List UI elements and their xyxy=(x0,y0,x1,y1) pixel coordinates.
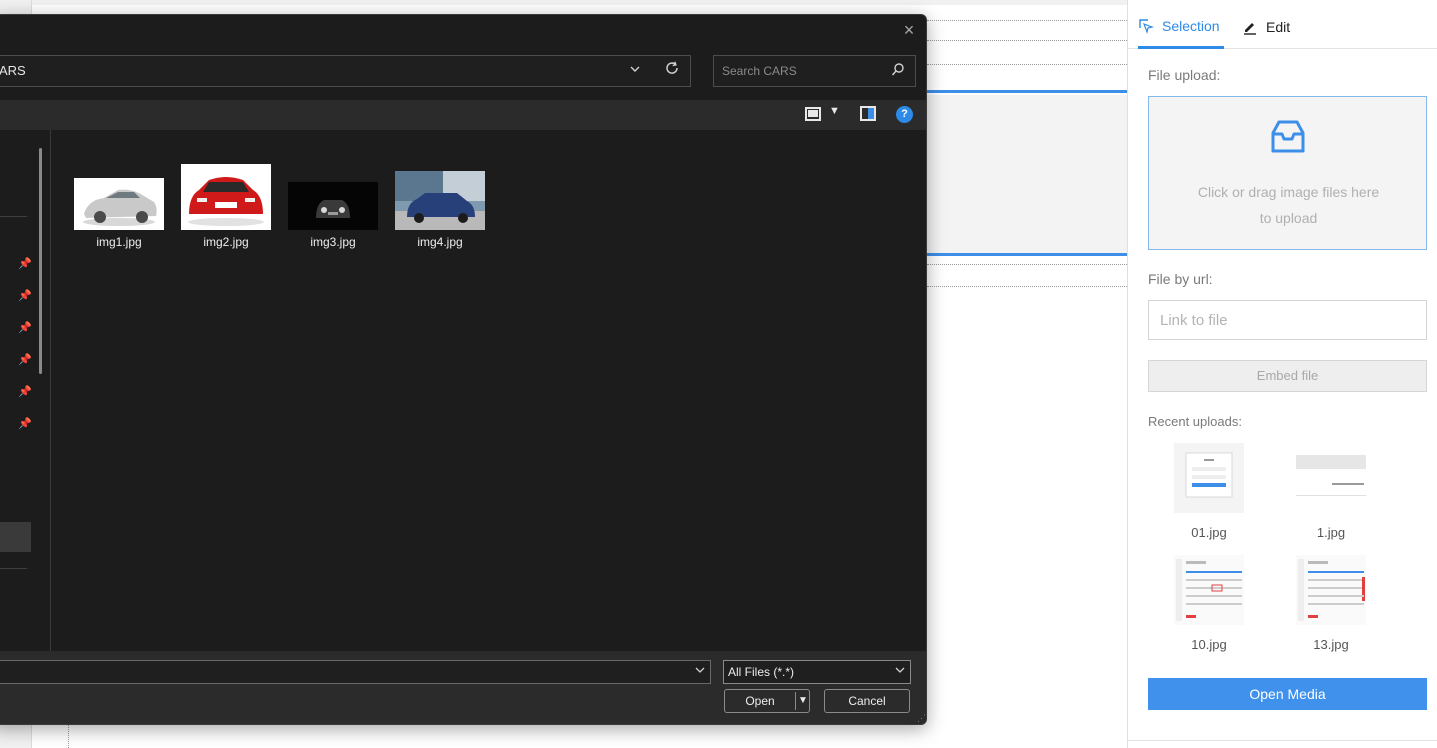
nav-item-selected[interactable] xyxy=(0,522,31,552)
preview-pane-icon[interactable] xyxy=(860,106,876,121)
tab-selection[interactable]: Selection xyxy=(1138,5,1224,49)
refresh-icon[interactable] xyxy=(663,60,681,81)
address-bar[interactable]: ARS xyxy=(0,55,691,87)
search-icon[interactable] xyxy=(891,62,905,78)
open-button-label[interactable]: Open xyxy=(725,690,795,712)
file-item[interactable]: img4.jpg xyxy=(390,171,490,249)
pin-icon[interactable]: 📌 xyxy=(18,354,32,366)
search-field[interactable] xyxy=(713,55,916,87)
upload-hint: Click or drag image files here to upload xyxy=(1179,179,1398,231)
url-input[interactable] xyxy=(1149,301,1426,339)
recent-file-name[interactable]: 13.jpg xyxy=(1291,637,1371,652)
close-icon[interactable]: × xyxy=(898,19,920,41)
split-divider xyxy=(795,692,796,710)
file-thumbnail[interactable] xyxy=(181,164,271,230)
open-media-button[interactable]: Open Media xyxy=(1148,678,1427,710)
file-item[interactable]: img3.jpg xyxy=(283,182,383,249)
recent-file-name[interactable]: 1.jpg xyxy=(1291,525,1371,540)
open-button[interactable]: Open ▼ xyxy=(724,689,810,713)
file-thumbnail[interactable] xyxy=(288,182,378,230)
file-type-filter[interactable]: All Files (*.*) xyxy=(723,660,911,684)
address-path[interactable]: ARS xyxy=(0,63,26,78)
nav-divider xyxy=(0,216,27,217)
media-panel: Selection Edit File upload: Click or dra… xyxy=(1127,0,1437,748)
guide-line xyxy=(68,724,69,748)
section-divider xyxy=(927,64,1127,65)
view-caret-icon[interactable]: ▼ xyxy=(829,105,840,117)
pin-icon[interactable]: 📌 xyxy=(18,322,32,334)
recent-uploads-label: Recent uploads: xyxy=(1148,414,1242,429)
selection-icon xyxy=(1138,18,1155,34)
upload-dropzone[interactable]: Click or drag image files here to upload xyxy=(1148,96,1427,250)
recent-file-name[interactable]: 01.jpg xyxy=(1169,525,1249,540)
file-thumbnail[interactable] xyxy=(74,178,164,230)
nav-divider xyxy=(0,568,27,569)
selection-outline xyxy=(927,253,1127,256)
pencil-icon xyxy=(1242,19,1258,35)
file-item[interactable]: img2.jpg xyxy=(176,164,276,249)
file-name[interactable]: img1.jpg xyxy=(69,235,169,249)
search-input[interactable] xyxy=(714,56,884,86)
tab-label: Edit xyxy=(1266,19,1291,35)
section-divider xyxy=(927,286,1127,287)
selection-outline xyxy=(927,90,1127,93)
section-divider xyxy=(927,20,1127,21)
recent-upload-item[interactable]: 1.jpg xyxy=(1291,443,1371,540)
pin-icon[interactable]: 📌 xyxy=(18,418,32,430)
recent-thumbnail[interactable] xyxy=(1296,555,1366,625)
recent-upload-item[interactable]: 10.jpg xyxy=(1169,555,1249,652)
pin-icon[interactable]: 📌 xyxy=(18,258,32,270)
file-name[interactable]: img4.jpg xyxy=(390,235,490,249)
panel-tabs: Selection Edit xyxy=(1128,5,1437,49)
recent-upload-item[interactable]: 01.jpg xyxy=(1169,443,1249,540)
embed-file-button[interactable]: Embed file xyxy=(1148,360,1427,392)
section-divider xyxy=(927,264,1127,265)
selected-block[interactable] xyxy=(927,95,1127,255)
cancel-button[interactable]: Cancel xyxy=(824,689,910,713)
upload-hint-line: Click or drag image files here xyxy=(1197,184,1380,200)
page: × ARS ▼ ? 📌 📌 📌 xyxy=(0,0,1437,748)
file-upload-label: File upload: xyxy=(1148,67,1221,83)
section-divider xyxy=(927,40,1127,41)
recent-thumbnail[interactable] xyxy=(1296,443,1366,513)
tab-label: Selection xyxy=(1162,17,1220,34)
file-type-filter-value[interactable]: All Files (*.*) xyxy=(728,665,794,679)
help-icon[interactable]: ? xyxy=(896,106,913,123)
pin-icon[interactable]: 📌 xyxy=(18,290,32,302)
file-name[interactable]: img2.jpg xyxy=(176,235,276,249)
panel-divider xyxy=(1128,740,1437,741)
recent-upload-item[interactable]: 13.jpg xyxy=(1291,555,1371,652)
chevron-down-icon[interactable] xyxy=(694,664,706,679)
recent-file-name[interactable]: 10.jpg xyxy=(1169,637,1249,652)
view-mode-icon[interactable] xyxy=(805,107,821,121)
file-name-input[interactable] xyxy=(0,660,711,684)
file-item[interactable]: img1.jpg xyxy=(69,178,169,249)
inbox-icon xyxy=(1269,119,1307,155)
recent-thumbnail[interactable] xyxy=(1174,555,1244,625)
upload-hint-line: to upload xyxy=(1259,210,1318,226)
file-by-url-label: File by url: xyxy=(1148,271,1213,287)
file-open-dialog: × ARS ▼ ? 📌 📌 📌 xyxy=(0,14,927,725)
recent-thumbnail[interactable] xyxy=(1174,443,1244,513)
dialog-footer: All Files (*.*) Open ▼ Cancel ⋰ xyxy=(0,651,926,724)
chevron-down-icon[interactable] xyxy=(894,661,906,683)
nav-scrollbar[interactable] xyxy=(39,148,42,374)
tab-edit[interactable]: Edit xyxy=(1242,5,1290,49)
chevron-down-icon[interactable] xyxy=(627,62,643,78)
file-thumbnail[interactable] xyxy=(395,171,485,230)
pin-icon[interactable]: 📌 xyxy=(18,386,32,398)
dropdown-arrow-icon[interactable]: ▼ xyxy=(797,690,809,712)
url-field[interactable] xyxy=(1148,300,1427,340)
file-name[interactable]: img3.jpg xyxy=(283,235,383,249)
resize-grip-icon[interactable]: ⋰ xyxy=(917,713,926,724)
file-list: img1.jpg img2.jpg img3.jpg img4.jpg xyxy=(51,130,926,651)
navigation-pane[interactable]: 📌 📌 📌 📌 📌 📌 xyxy=(0,130,51,651)
editor-top-strip xyxy=(0,0,1127,5)
dialog-toolbar: ▼ ? xyxy=(0,100,926,130)
